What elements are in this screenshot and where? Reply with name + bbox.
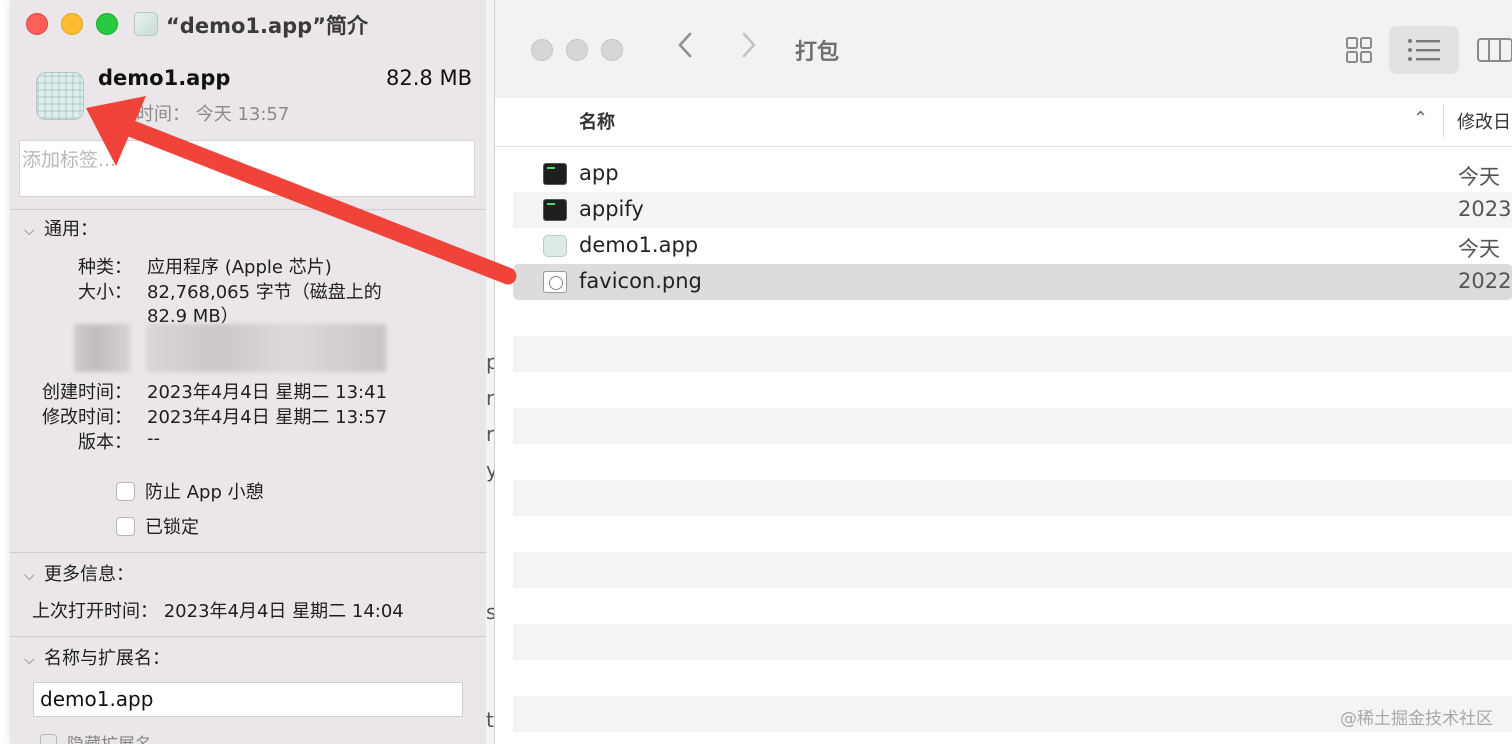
prevent-nap-checkbox[interactable] xyxy=(116,481,135,501)
chevron-down-icon: ⌵ xyxy=(24,223,35,239)
empty-row xyxy=(513,552,1512,588)
section-name-ext-label: 名称与扩展名： xyxy=(44,648,170,669)
divider xyxy=(10,636,486,637)
file-name: demo1.app xyxy=(579,233,699,257)
version-value: -- xyxy=(147,428,160,449)
file-name: appify xyxy=(579,197,644,221)
section-more-info-label: 更多信息： xyxy=(44,564,134,585)
section-general-header[interactable]: ⌵ 通用： xyxy=(24,215,98,241)
back-button[interactable] xyxy=(675,30,695,68)
sort-ascending-icon[interactable]: ⌃ xyxy=(1413,108,1428,129)
last-opened: 上次打开时间： 2023年4月4日 星期二 14:04 xyxy=(32,601,404,622)
finder-title: 打包 xyxy=(795,40,840,65)
chevron-down-icon: ⌵ xyxy=(24,652,35,668)
app-name: demo1.app xyxy=(98,66,231,90)
name-input[interactable]: demo1.app xyxy=(33,682,463,717)
list-view-button[interactable] xyxy=(1389,26,1459,74)
terminal-icon xyxy=(543,163,567,185)
zoom-button[interactable] xyxy=(601,39,623,61)
modified-label: 修改时间： xyxy=(42,407,132,428)
chevron-left-icon xyxy=(678,32,692,58)
column-name-header[interactable]: 名称 xyxy=(579,108,615,134)
blurred-value xyxy=(146,324,386,372)
blurred-label xyxy=(74,324,130,372)
info-window: “demo1.app”简介 demo1.app 82.8 MB 修改时间： 今天… xyxy=(10,0,487,744)
divider xyxy=(10,552,486,553)
app-icon-large[interactable] xyxy=(36,72,84,120)
locked-checkbox[interactable] xyxy=(116,516,135,536)
png-file-icon xyxy=(543,271,567,293)
column-modified-header[interactable]: 修改日 xyxy=(1457,108,1511,134)
app-icon xyxy=(543,235,567,257)
forward-button[interactable] xyxy=(739,30,759,68)
list-icon xyxy=(1408,39,1440,61)
window-title: “demo1.app”简介 xyxy=(166,14,369,38)
minimize-button[interactable] xyxy=(61,13,83,35)
watermark: @稀土掘金技术社区 xyxy=(1340,709,1493,729)
zoom-button[interactable] xyxy=(96,13,118,35)
minimize-button[interactable] xyxy=(566,39,588,61)
kind-label: 种类： xyxy=(78,257,132,278)
empty-row xyxy=(513,408,1512,444)
created-value: 2023年4月4日 星期二 13:41 xyxy=(147,382,388,403)
file-date: 今天 xyxy=(1458,165,1500,189)
size-label: 大小： xyxy=(78,282,132,303)
app-icon xyxy=(134,12,158,36)
file-row-demo1[interactable]: demo1.app 今天 xyxy=(513,228,1512,264)
kind-value: 应用程序 (Apple 芯片) xyxy=(147,257,332,278)
background-text: r xyxy=(486,422,495,446)
info-titlebar: “demo1.app”简介 xyxy=(10,0,486,46)
section-general-label: 通用： xyxy=(44,219,98,240)
version-label: 版本： xyxy=(78,432,132,453)
hide-extension-label: 隐藏扩展名 xyxy=(67,730,152,744)
finder-toolbar: 打包 xyxy=(495,0,1512,99)
finder-window: 打包 名称 ⌃ 修改日 app 今天 appify 2023 demo1.app… xyxy=(494,0,1512,744)
column-divider[interactable] xyxy=(1443,104,1444,138)
chevron-down-icon: ⌵ xyxy=(24,568,35,584)
file-name: favicon.png xyxy=(579,269,702,293)
divider xyxy=(10,209,486,210)
file-name: app xyxy=(579,161,619,185)
grid-icon xyxy=(1346,37,1372,63)
column-view-button[interactable] xyxy=(1475,26,1512,74)
hide-extension-checkbox[interactable] xyxy=(40,734,57,744)
file-date: 2022 xyxy=(1458,269,1512,293)
hide-extension-row[interactable]: 隐藏扩展名 xyxy=(40,730,152,744)
file-row-appify[interactable]: appify 2023 xyxy=(513,192,1512,228)
prevent-nap-label: 防止 App 小憩 xyxy=(145,482,264,503)
empty-row xyxy=(513,336,1512,372)
locked-row[interactable]: 已锁定 xyxy=(116,513,199,539)
size-value: 82,768,065 字节（磁盘上的 xyxy=(147,282,382,303)
close-button[interactable] xyxy=(531,39,553,61)
file-date: 2023 xyxy=(1458,197,1512,221)
file-row-app[interactable]: app 今天 xyxy=(513,156,1512,192)
file-row-favicon[interactable]: favicon.png 2022 xyxy=(513,264,1512,300)
section-name-ext-header[interactable]: ⌵ 名称与扩展名： xyxy=(24,644,170,670)
section-more-info-header[interactable]: ⌵ 更多信息： xyxy=(24,560,134,586)
chevron-right-icon xyxy=(742,32,756,58)
columns-icon xyxy=(1477,38,1512,62)
modified-value: 2023年4月4日 星期二 13:57 xyxy=(147,407,388,428)
app-size: 82.8 MB xyxy=(386,66,472,90)
file-date: 今天 xyxy=(1458,237,1500,261)
column-header: 名称 ⌃ 修改日 xyxy=(495,98,1512,147)
close-button[interactable] xyxy=(26,13,48,35)
icon-view-button[interactable] xyxy=(1337,26,1381,74)
terminal-icon xyxy=(543,199,567,221)
empty-row xyxy=(513,480,1512,516)
tags-input[interactable]: 添加标签... xyxy=(19,140,475,197)
empty-row xyxy=(513,624,1512,660)
prevent-nap-row[interactable]: 防止 App 小憩 xyxy=(116,478,264,504)
modified-summary: 修改时间： 今天 13:57 xyxy=(100,104,290,125)
created-label: 创建时间： xyxy=(42,382,132,403)
locked-label: 已锁定 xyxy=(145,517,199,538)
